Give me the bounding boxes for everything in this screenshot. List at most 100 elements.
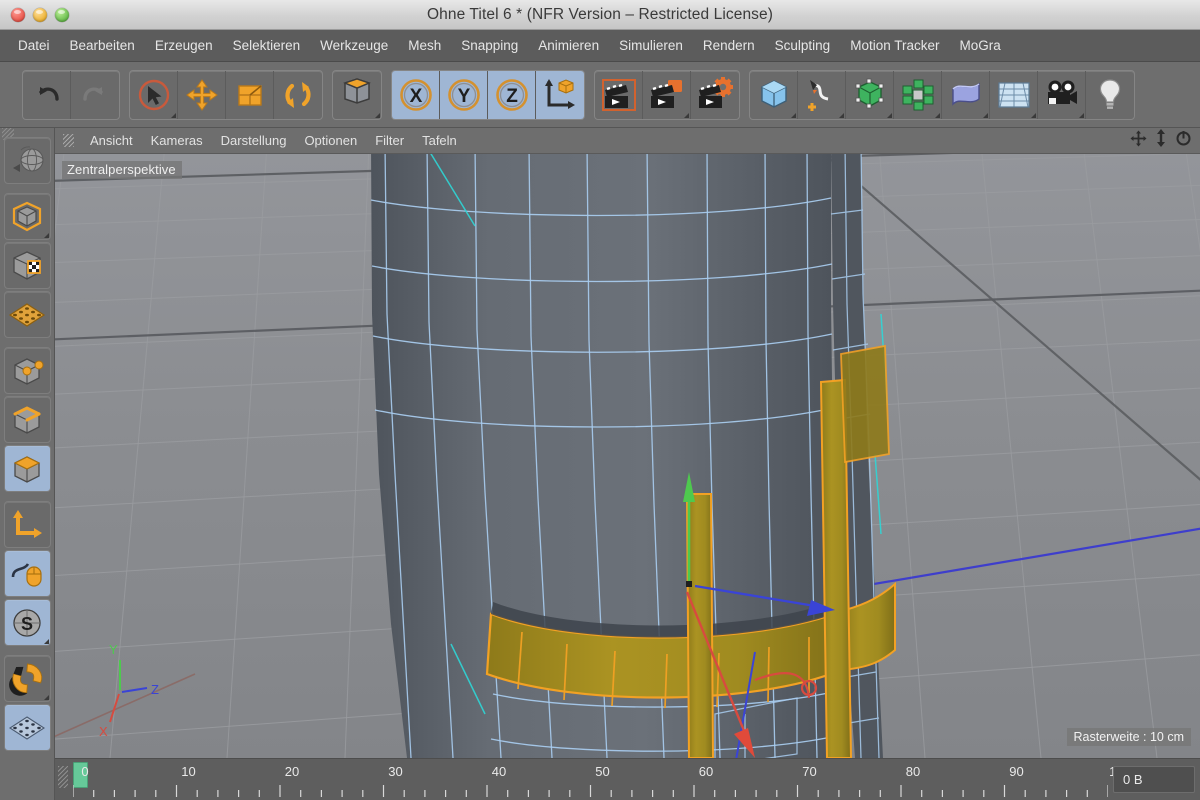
timeline-bar: 0102030405060708090100 0 B bbox=[55, 758, 1200, 800]
minimize-button[interactable] bbox=[33, 7, 47, 22]
mesh-object bbox=[370, 154, 896, 758]
timeline-track[interactable]: 0102030405060708090100 bbox=[73, 759, 1131, 800]
menu-item-animieren[interactable]: Animieren bbox=[528, 35, 609, 56]
svg-text:X: X bbox=[409, 86, 422, 107]
axis-y-button[interactable]: Y bbox=[440, 70, 488, 119]
menu-item-snapping[interactable]: Snapping bbox=[451, 35, 528, 56]
soft-selection-icon[interactable]: S bbox=[3, 599, 51, 646]
toolbar-corner-flag bbox=[684, 112, 689, 118]
timeline-tick-label: 40 bbox=[491, 764, 507, 779]
move-icon[interactable] bbox=[178, 70, 226, 119]
polygon-mode-icon[interactable] bbox=[3, 445, 51, 492]
menu-item-erzeugen[interactable]: Erzeugen bbox=[145, 35, 223, 56]
model-mode-icon[interactable] bbox=[3, 193, 51, 240]
viewport-menu-tafeln[interactable]: Tafeln bbox=[413, 131, 466, 150]
nurbs-generator-icon[interactable] bbox=[846, 70, 894, 119]
menu-item-mesh[interactable]: Mesh bbox=[398, 35, 451, 56]
timeline-tick-label: 70 bbox=[802, 764, 817, 779]
viewport-menu-ansicht[interactable]: Ansicht bbox=[81, 131, 142, 150]
pan-icon[interactable] bbox=[1130, 130, 1147, 152]
workplane-grid-icon[interactable] bbox=[3, 704, 51, 751]
main-toolbar: X Y Z bbox=[0, 62, 1200, 128]
left-toolbar: S bbox=[0, 128, 55, 800]
timeline-ticks bbox=[73, 785, 1108, 797]
toolbar-corner-flag bbox=[935, 112, 940, 118]
menu-item-sculpting[interactable]: Sculpting bbox=[765, 35, 841, 56]
timeline-tick-label: 90 bbox=[1009, 764, 1024, 779]
toolbar-group-create bbox=[749, 69, 1135, 120]
toolbar-corner-flag bbox=[43, 695, 49, 700]
viewport-grip[interactable] bbox=[63, 134, 74, 147]
toolbar-corner-flag bbox=[43, 233, 49, 238]
floor-environment-icon[interactable] bbox=[990, 70, 1038, 119]
edge-mode-icon[interactable] bbox=[3, 396, 51, 443]
timeline-grip[interactable] bbox=[58, 766, 68, 788]
toolbar-group-axis-lock: X Y Z bbox=[391, 69, 585, 120]
toolbar-corner-flag bbox=[1031, 112, 1036, 118]
make-editable-icon[interactable] bbox=[3, 137, 51, 184]
live-selection-icon[interactable] bbox=[130, 70, 178, 119]
viewport-camera-label: Zentralperspektive bbox=[62, 161, 182, 179]
svg-text:X: X bbox=[99, 724, 108, 739]
toolbar-corner-flag bbox=[375, 112, 380, 118]
viewport-menu-darstellung[interactable]: Darstellung bbox=[212, 131, 296, 150]
object-axis-icon[interactable] bbox=[333, 71, 381, 119]
axis-mode-icon[interactable] bbox=[3, 501, 51, 548]
zoom-button[interactable] bbox=[55, 7, 69, 22]
menu-item-bearbeiten[interactable]: Bearbeiten bbox=[60, 35, 145, 56]
texture-mode-icon[interactable] bbox=[3, 242, 51, 289]
render-view-icon[interactable] bbox=[595, 70, 643, 119]
toolbar-corner-flag bbox=[1079, 112, 1084, 118]
toolbar-corner-flag bbox=[887, 112, 892, 118]
light-bulb-icon[interactable] bbox=[1086, 71, 1134, 119]
render-to-picture-viewer-icon[interactable] bbox=[643, 70, 691, 119]
menu-item-motion-tracker[interactable]: Motion Tracker bbox=[840, 35, 949, 56]
timeline-tick-label: 80 bbox=[905, 764, 921, 779]
viewport-menu-filter[interactable]: Filter bbox=[366, 131, 413, 150]
toolbar-group-render bbox=[594, 69, 740, 120]
axis-z-button[interactable]: Z bbox=[488, 70, 536, 119]
timeline-tick-label: 50 bbox=[595, 764, 610, 779]
menu-item-selektieren[interactable]: Selektieren bbox=[223, 35, 311, 56]
enable-viewport-icon[interactable] bbox=[3, 550, 51, 597]
viewport-canvas: Y Z X bbox=[55, 154, 1200, 758]
orbit-icon[interactable] bbox=[1175, 130, 1192, 152]
workplane-mode-icon[interactable] bbox=[3, 291, 51, 338]
toolbar-group-history bbox=[22, 69, 120, 120]
mograph-cloner-icon[interactable] bbox=[894, 70, 942, 119]
toolbar-corner-flag bbox=[171, 112, 176, 118]
world-coordinates-icon[interactable] bbox=[536, 70, 584, 119]
undo-button[interactable] bbox=[23, 70, 71, 119]
axis-x-button[interactable]: X bbox=[392, 70, 440, 119]
point-mode-icon[interactable] bbox=[3, 347, 51, 394]
svg-text:Z: Z bbox=[151, 682, 159, 697]
viewport-3d[interactable]: Y Z X Zentralperspektive Rasterweite : 1… bbox=[55, 154, 1200, 758]
memory-indicator: 0 B bbox=[1113, 766, 1195, 793]
magnet-snap-icon[interactable] bbox=[3, 655, 51, 702]
timeline-tick-label: 30 bbox=[388, 764, 403, 779]
render-settings-icon[interactable] bbox=[691, 71, 739, 119]
viewport-nav-controls bbox=[1130, 129, 1200, 152]
timeline-tick-label: 0 bbox=[81, 764, 89, 779]
spline-pen-icon[interactable] bbox=[798, 70, 846, 119]
camera-icon[interactable] bbox=[1038, 70, 1086, 119]
viewport-menu-kameras[interactable]: Kameras bbox=[142, 131, 212, 150]
rotate-icon[interactable] bbox=[274, 71, 322, 119]
close-button[interactable] bbox=[11, 7, 25, 22]
menu-item-mograph[interactable]: MoGra bbox=[949, 35, 1010, 56]
viewport-menubar: Ansicht Kameras Darstellung Optionen Fil… bbox=[55, 128, 1200, 154]
menu-item-simulieren[interactable]: Simulieren bbox=[609, 35, 693, 56]
menu-item-datei[interactable]: Datei bbox=[8, 35, 60, 56]
viewport-menu-optionen[interactable]: Optionen bbox=[295, 131, 366, 150]
redo-button[interactable] bbox=[71, 71, 119, 119]
toolbar-corner-flag bbox=[43, 639, 49, 644]
menu-item-rendern[interactable]: Rendern bbox=[693, 35, 765, 56]
cube-primitive-icon[interactable] bbox=[750, 70, 798, 119]
main-menubar: Datei Bearbeiten Erzeugen Selektieren We… bbox=[0, 30, 1200, 62]
menu-item-werkzeuge[interactable]: Werkzeuge bbox=[310, 35, 398, 56]
scale-icon[interactable] bbox=[226, 70, 274, 119]
toolbar-corner-flag bbox=[983, 112, 988, 118]
toolbar-corner-flag bbox=[839, 112, 844, 118]
bend-deformer-icon[interactable] bbox=[942, 70, 990, 119]
dolly-icon[interactable] bbox=[1154, 129, 1168, 152]
